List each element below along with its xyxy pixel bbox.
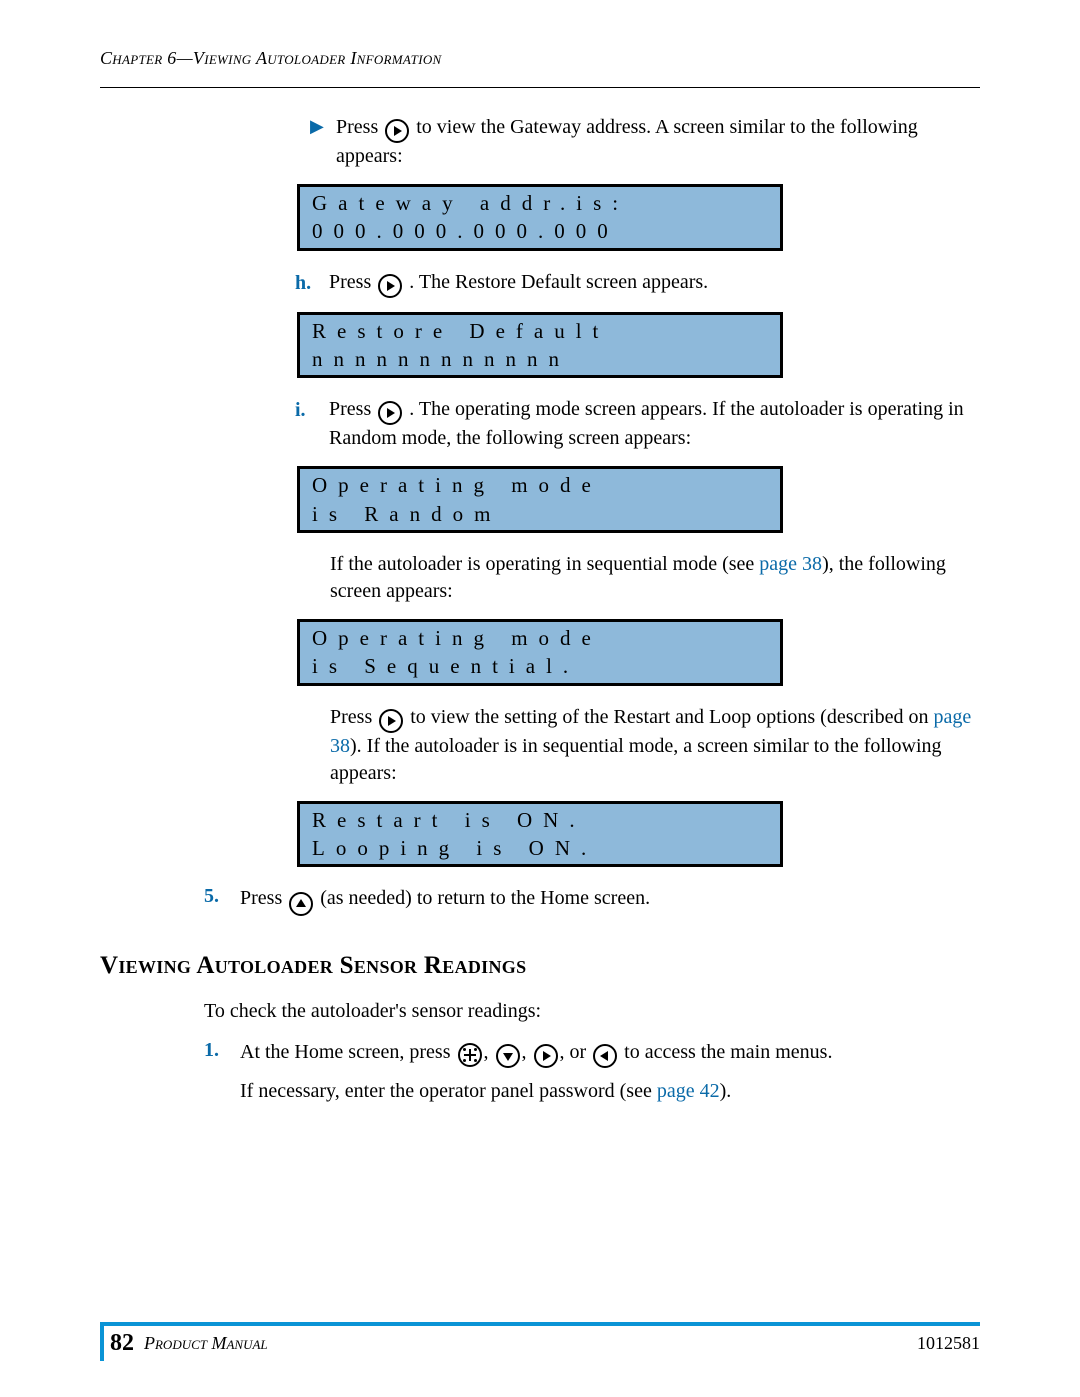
lcd-line: is Random <box>300 500 780 528</box>
step-label: h. <box>295 269 319 297</box>
left-button-icon <box>593 1044 617 1068</box>
lcd-line: nnnnnnnnnnnn <box>300 345 780 373</box>
link-page-38[interactable]: page 38 <box>759 553 822 575</box>
section-heading: Viewing Autoloader Sensor Readings <box>100 952 980 980</box>
para-password: If necessary, enter the operator panel p… <box>240 1078 980 1105</box>
text: Press <box>329 271 376 293</box>
up-button-icon <box>289 892 313 916</box>
down-button-icon <box>496 1044 520 1068</box>
step-i: i. Press . The operating mode screen app… <box>295 396 980 452</box>
step-number: 1. <box>204 1039 230 1062</box>
lcd-restore: Restore Default nnnnnnnnnnnn <box>297 312 783 379</box>
link-page-42[interactable]: page 42 <box>657 1080 720 1102</box>
text: Press <box>240 887 287 909</box>
footer-title: Product Manual <box>144 1333 917 1354</box>
text: . The operating mode screen appears. If … <box>329 398 964 449</box>
footer-inner: 82 Product Manual 1012581 <box>100 1326 980 1361</box>
lcd-op-seq: Operating mode is Sequential. <box>297 619 783 686</box>
header-rule <box>100 87 980 88</box>
page: Chapter 6—Viewing Autoloader Information… <box>0 0 1080 1397</box>
para-gateway: Press to view the Gateway address. A scr… <box>336 114 980 170</box>
lcd-line: Operating mode <box>300 624 780 652</box>
text: Press <box>336 116 383 138</box>
para-sensor-intro: To check the autoloader's sensor reading… <box>204 998 980 1025</box>
running-head: Chapter 6—Viewing Autoloader Information <box>100 48 980 69</box>
text: . The Restore Default screen appears. <box>409 271 708 293</box>
lcd-op-random: Operating mode is Random <box>297 466 783 533</box>
footer-code: 1012581 <box>917 1333 980 1354</box>
lcd-line: is Sequential. <box>300 652 780 680</box>
right-button-icon <box>378 274 402 298</box>
page-number: 82 <box>110 1330 144 1357</box>
step-5: 5. Press (as needed) to return to the Ho… <box>204 885 980 916</box>
text: , <box>522 1041 532 1063</box>
para-restart-loop: Press to view the setting of the Restart… <box>330 704 980 787</box>
bullet-block: ▶ Press to view the Gateway address. A s… <box>310 114 980 170</box>
text: , or <box>560 1041 592 1063</box>
text: Press <box>330 706 377 728</box>
text: (as needed) to return to the Home screen… <box>320 887 650 909</box>
step-number: 5. <box>204 885 230 908</box>
text: If the autoloader is operating in sequen… <box>330 553 759 575</box>
right-button-icon <box>385 119 409 143</box>
text: , <box>484 1041 494 1063</box>
step-1: 1. At the Home screen, press , , , or to… <box>204 1039 980 1068</box>
lcd-gateway: Gateway addr.is: 000.000.000.000 <box>297 184 783 251</box>
para-restore: Press . The Restore Default screen appea… <box>329 269 980 298</box>
text: Press <box>329 398 376 420</box>
step-h: h. Press . The Restore Default screen ap… <box>295 269 980 298</box>
menu-button-icon <box>458 1043 482 1067</box>
text: ). <box>720 1080 732 1102</box>
para-seq-intro: If the autoloader is operating in sequen… <box>330 551 980 605</box>
right-button-icon <box>378 401 402 425</box>
lcd-restart-loop: Restart is ON. Looping is ON. <box>297 801 783 868</box>
text: ). If the autoloader is in sequential mo… <box>330 735 942 784</box>
lcd-line: Operating mode <box>300 471 780 499</box>
text: to access the main menus. <box>624 1041 832 1063</box>
text: to view the setting of the Restart and L… <box>410 706 933 728</box>
right-button-icon <box>379 709 403 733</box>
lcd-line: Gateway addr.is: <box>300 189 780 217</box>
bullet-arrow-icon: ▶ <box>310 114 328 139</box>
text: At the Home screen, press <box>240 1041 456 1063</box>
para-operating: Press . The operating mode screen appear… <box>329 396 980 452</box>
para-home: Press (as needed) to return to the Home … <box>240 885 980 916</box>
step-label: i. <box>295 396 319 424</box>
lcd-line: Restore Default <box>300 317 780 345</box>
lcd-line: Restart is ON. <box>300 806 780 834</box>
text: If necessary, enter the operator panel p… <box>240 1080 657 1102</box>
footer: 82 Product Manual 1012581 <box>100 1322 980 1361</box>
text: to view the Gateway address. A screen si… <box>336 116 918 167</box>
para-mainmenus: At the Home screen, press , , , or to ac… <box>240 1039 980 1068</box>
right-button-icon <box>534 1044 558 1068</box>
lcd-line: Looping is ON. <box>300 834 780 862</box>
lcd-line: 000.000.000.000 <box>300 217 780 245</box>
